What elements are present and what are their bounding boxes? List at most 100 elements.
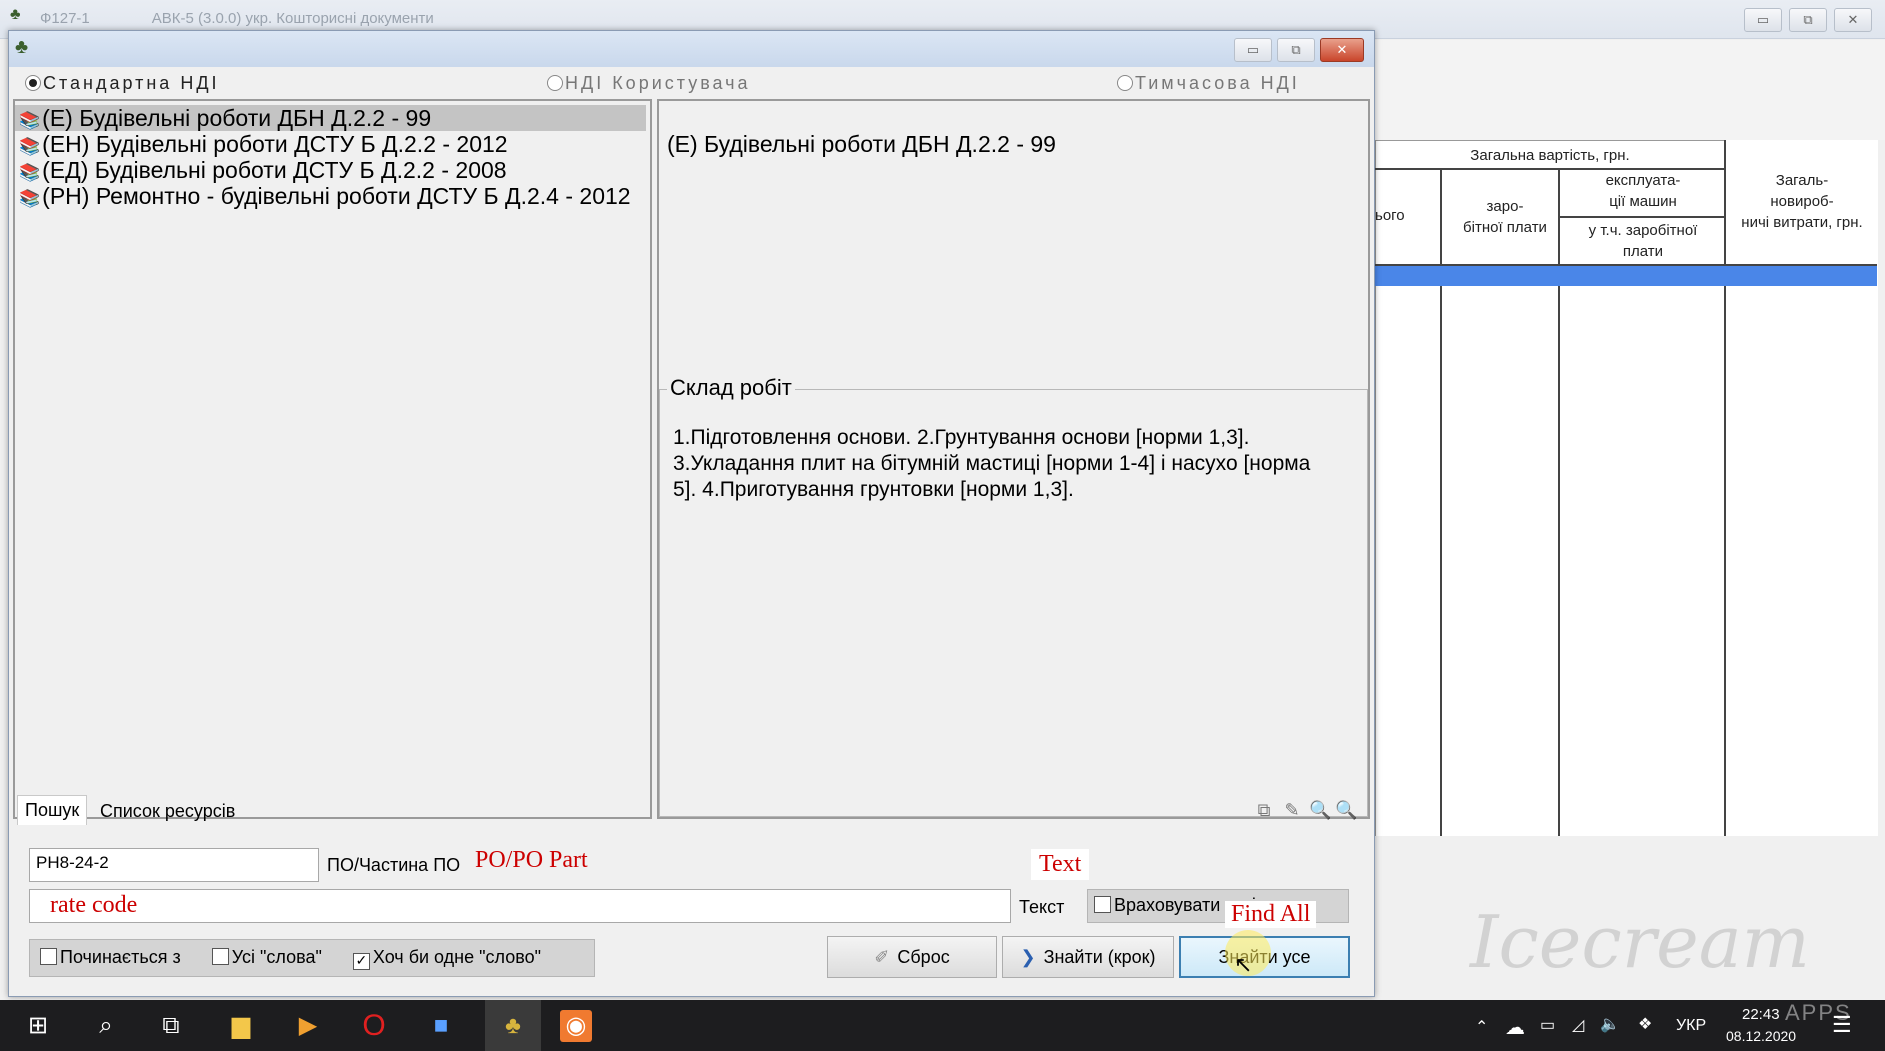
radio-temporary-ndi[interactable]: Тимчасова НДІ	[1117, 73, 1300, 94]
find-step-button[interactable]: ❯ Знайти (крок)	[1002, 936, 1174, 978]
tree-item-ed[interactable]: 📚(ЕД) Будівельні роботи ДСТУ Б Д.2.2 - 2…	[15, 157, 507, 183]
table-top-border	[1375, 140, 1725, 141]
starts-with-checkbox[interactable]: Починається з	[40, 947, 181, 967]
checkbox-unchecked-icon	[211, 948, 229, 965]
app-icon: ♣	[10, 6, 21, 23]
book-icon: 📚	[19, 111, 41, 130]
tab-resource-list[interactable]: Список ресурсів	[93, 797, 242, 826]
main-close-button[interactable]: ✕	[1834, 8, 1872, 32]
clock-time[interactable]: 22:43	[1742, 1006, 1780, 1023]
broom-icon: ✐	[874, 946, 890, 967]
po-code-input[interactable]: РН8-24-2	[29, 848, 319, 882]
network-icon[interactable]: ◿	[1572, 1015, 1584, 1035]
checkbox-unchecked-icon	[1094, 896, 1111, 913]
checkbox-checked-icon: ✓	[352, 953, 370, 970]
media-player-icon[interactable]: ▶	[292, 1010, 324, 1042]
table-header-total: Загальна вартість, грн.	[1470, 147, 1630, 164]
search-icon[interactable]: ⌕	[90, 1010, 122, 1042]
close-icon: ✕	[1336, 42, 1348, 57]
dialog-maximize-button[interactable]: ⧉	[1277, 38, 1315, 62]
app-window-icon[interactable]: ■	[425, 1010, 457, 1042]
mouse-cursor-icon: ↖	[1234, 952, 1253, 977]
tree-item-label: (ЕД) Будівельні роботи ДСТУ Б Д.2.2 - 20…	[42, 157, 507, 183]
clock-date[interactable]: 08.12.2020	[1726, 1028, 1796, 1044]
arrow-right-icon: ❯	[1020, 946, 1036, 967]
radio-empty-icon	[547, 75, 563, 91]
table-header-overhead: Загаль- новироб- ничі витрати, грн.	[1741, 172, 1863, 231]
book-icon: 📚	[19, 163, 41, 182]
tree-item-label: (Е) Будівельні роботи ДБН Д.2.2 - 99	[42, 105, 432, 131]
watermark-text: Icecream	[1470, 900, 1810, 984]
search-icon[interactable]: 🔍	[1309, 799, 1331, 821]
edit-icon[interactable]: ✎	[1281, 799, 1303, 821]
dialog-titlebar	[9, 31, 1374, 67]
table-header-wages: заро- бітної плати	[1463, 198, 1547, 236]
main-window-title: Ф127-1 АВК-5 (3.0.0) укр. Кошторисні доку…	[40, 10, 496, 27]
file-explorer-icon[interactable]: ▆	[225, 1010, 257, 1042]
search-next-icon[interactable]: 🔍	[1335, 799, 1357, 821]
po-annotation: PO/PO Part	[475, 847, 588, 873]
any-word-label: Хоч би одне "слово"	[372, 947, 541, 967]
text-search-input[interactable]: rate code	[29, 889, 1011, 923]
tree-item-label: (ЕН) Будівельні роботи ДСТУ Б Д.2.2 - 20…	[42, 131, 508, 157]
detail-panel: (Е) Будівельні роботи ДБН Д.2.2 - 99 Скл…	[657, 99, 1370, 819]
all-words-checkbox[interactable]: Усі "слова"	[211, 947, 322, 967]
find-all-annotation: Find All	[1225, 901, 1317, 928]
dropbox-icon[interactable]: ❖	[1638, 1014, 1652, 1034]
any-word-checkbox[interactable]: ✓ Хоч би одне "слово"	[352, 947, 541, 970]
copy-icon[interactable]: ⧉	[1253, 799, 1275, 821]
radio-user-ndi[interactable]: НДІ Користувача	[547, 73, 751, 94]
ndi-tree-panel[interactable]: 📚(Е) Будівельні роботи ДБН Д.2.2 - 99 📚(…	[13, 99, 652, 819]
radio-standard-ndi[interactable]: Стандартна НДІ	[25, 73, 220, 94]
volume-icon[interactable]: 🔈	[1600, 1014, 1620, 1034]
starts-with-label: Починається з	[60, 947, 181, 967]
table-selected-row[interactable]	[1375, 266, 1877, 286]
tree-item-rn[interactable]: 📚(РН) Ремонтно - будівельні роботи ДСТУ …	[15, 183, 631, 209]
text-annotation: Text	[1031, 849, 1090, 880]
battery-icon[interactable]: ▭	[1540, 1015, 1555, 1035]
cloud-icon[interactable]: ☁	[1505, 1015, 1525, 1040]
minimize-icon: ▭	[1246, 42, 1260, 57]
task-view-icon[interactable]: ⧉	[155, 1010, 187, 1042]
all-words-label: Усі "слова"	[231, 947, 322, 967]
po-label: ПО/Частина ПО	[327, 855, 461, 875]
notifications-icon[interactable]: ☰	[1832, 1012, 1852, 1038]
tab-search[interactable]: Пошук	[17, 795, 88, 825]
reset-button[interactable]: ✐ Сброс	[827, 936, 997, 978]
rate-code-annotation: rate code	[50, 892, 138, 918]
watermark-logo: Icecream	[1470, 900, 1810, 984]
windows-start-icon[interactable]: ⊞	[22, 1010, 54, 1042]
tree-item-en[interactable]: 📚(ЕН) Будівельні роботи ДСТУ Б Д.2.2 - 2…	[15, 131, 508, 157]
detail-title: (Е) Будівельні роботи ДБН Д.2.2 - 99	[667, 131, 1056, 157]
avk-app-icon[interactable]: ♣	[497, 1010, 529, 1042]
main-minimize-button[interactable]: ▭	[1744, 8, 1782, 32]
icecream-recorder-icon[interactable]: ◉	[560, 1010, 592, 1042]
tray-chevron-icon[interactable]: ⌃	[1475, 1017, 1488, 1037]
close-icon: ✕	[1847, 12, 1859, 27]
checkbox-unchecked-icon	[40, 948, 57, 965]
reset-label: Сброс	[897, 946, 950, 967]
rate-search-dialog: ♣ ▭ ⧉ ✕ Стандартна НДІ НДІ Користувача Т…	[8, 30, 1375, 997]
language-indicator[interactable]: УКР	[1676, 1017, 1706, 1035]
main-title-code: Ф127-1	[40, 10, 90, 27]
table-col-line	[1724, 140, 1726, 836]
radio-empty-icon	[1117, 75, 1133, 91]
main-title-app: АВК-5 (3.0.0) укр. Кошторисні документи	[151, 10, 434, 27]
radio-user-label: НДІ Користувача	[565, 73, 751, 93]
tree-item-label: (РН) Ремонтно - будівельні роботи ДСТУ Б…	[42, 183, 631, 209]
minimize-icon: ▭	[1756, 12, 1770, 27]
main-restore-button[interactable]: ⧉	[1789, 8, 1827, 32]
maximize-icon: ⧉	[1291, 42, 1301, 57]
opera-icon[interactable]: O	[358, 1010, 390, 1042]
table-header-subdivider	[1560, 216, 1726, 218]
dialog-close-button[interactable]: ✕	[1320, 38, 1364, 62]
composition-text: 1.Підготовлення основи. 2.Грунтування ос…	[673, 426, 1311, 501]
find-step-label: Знайти (крок)	[1043, 946, 1156, 967]
dialog-minimize-button[interactable]: ▭	[1234, 38, 1272, 62]
table-header-machines: експлуата- ції машин	[1605, 172, 1681, 210]
tree-item-e[interactable]: 📚(Е) Будівельні роботи ДБН Д.2.2 - 99	[15, 105, 646, 131]
radio-standard-label: Стандартна НДІ	[43, 73, 220, 93]
book-icon: 📚	[19, 137, 41, 156]
text-label: Текст	[1019, 897, 1065, 917]
radio-selected-icon	[25, 75, 41, 91]
